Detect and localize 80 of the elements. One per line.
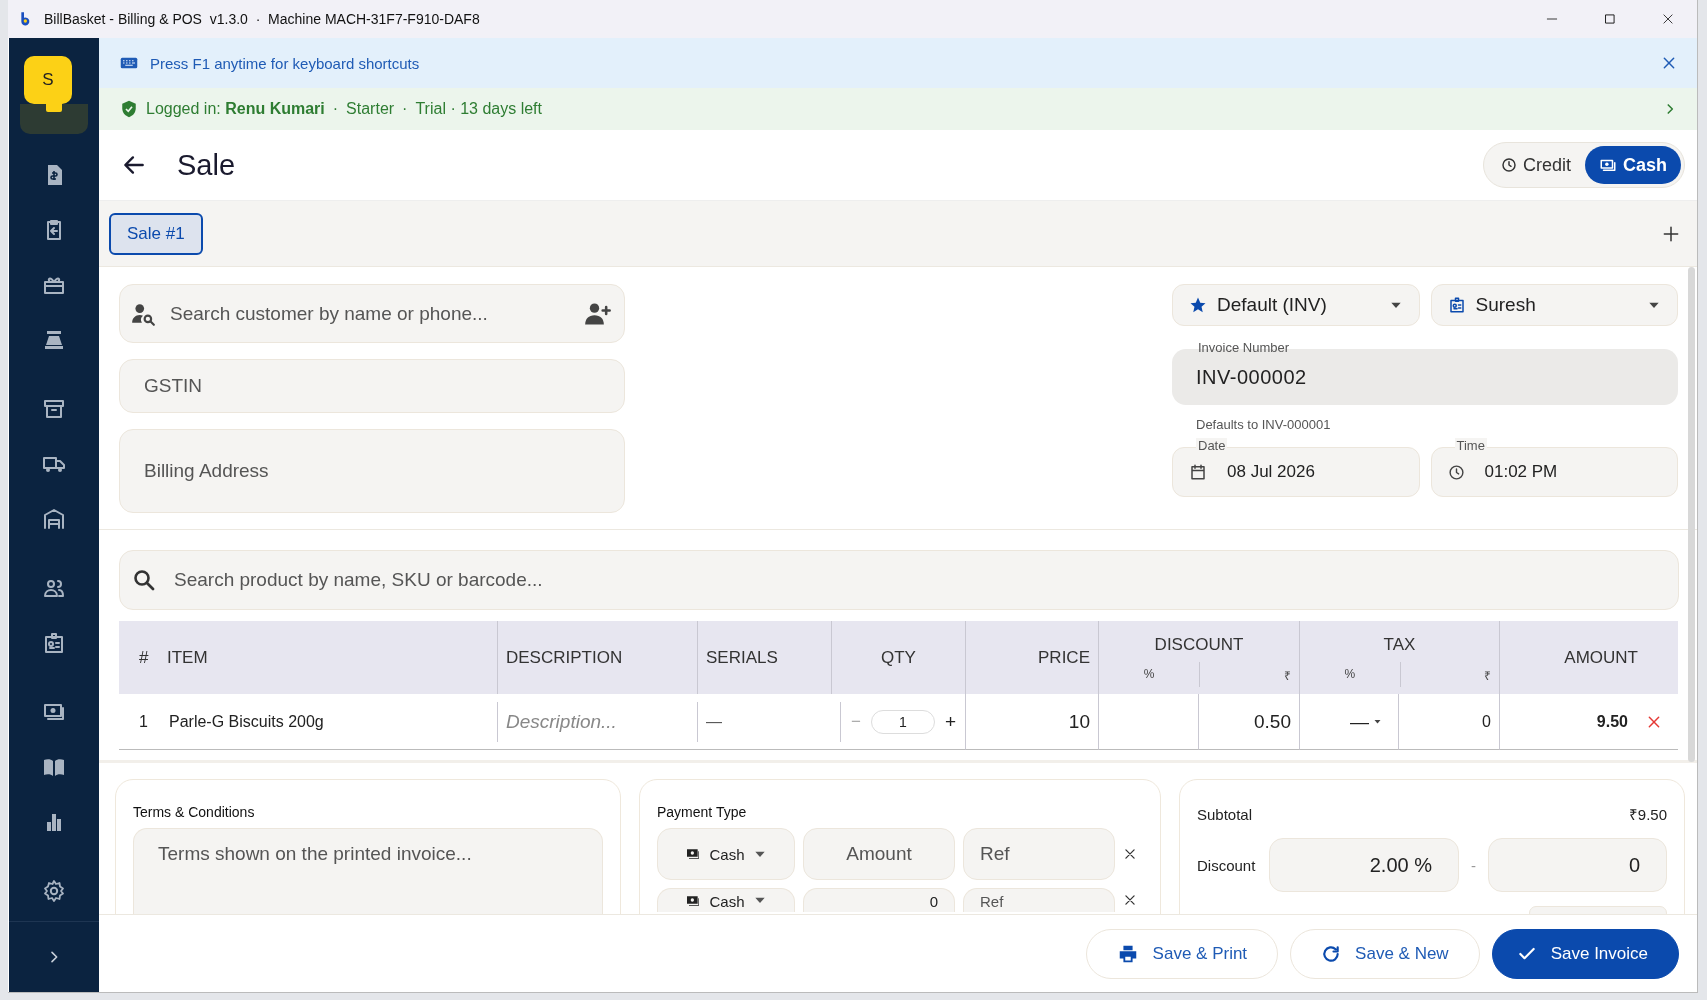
- increment-button[interactable]: +: [944, 710, 956, 733]
- description-field[interactable]: Description...: [506, 710, 617, 733]
- table-cell: Parle-G Biscuits 200g: [159, 694, 497, 750]
- banknote-icon: [685, 846, 702, 862]
- separator-dot: ·: [332, 100, 339, 118]
- summary-label: Discount: [1197, 856, 1257, 874]
- customer-search-field[interactable]: Search customer by name or phone...: [119, 284, 625, 343]
- sidebar-item[interactable]: [20, 104, 88, 134]
- table-cell: 0: [1398, 694, 1499, 750]
- scrollbar[interactable]: [1688, 267, 1695, 762]
- login-status: Logged in: Renu Kumari: [146, 100, 325, 118]
- save-button[interactable]: Save & New: [1290, 928, 1480, 979]
- maximize-icon: [1603, 12, 1617, 26]
- id-badge-icon: [1447, 296, 1466, 314]
- column-header: #: [119, 621, 159, 694]
- separator-dash: -: [1471, 856, 1476, 874]
- product-search-field[interactable]: Search product by name, SKU or barcode...: [119, 550, 1679, 610]
- column-header: ITEM: [159, 621, 497, 694]
- warehouse-icon: [42, 507, 66, 531]
- ref-field[interactable]: Ref: [963, 888, 1115, 912]
- gstin-field[interactable]: GSTIN: [119, 359, 625, 413]
- save-button[interactable]: Save & Print: [1085, 928, 1279, 979]
- close-icon[interactable]: [1661, 55, 1677, 71]
- ref-field[interactable]: Ref: [963, 828, 1115, 880]
- column-header: SERIALS: [697, 621, 831, 694]
- clock-icon: [1500, 157, 1517, 173]
- id-badge-icon: [42, 631, 66, 655]
- field-label: Time: [1454, 438, 1487, 453]
- column-header: TAX % ₹: [1299, 621, 1499, 694]
- window-title: BillBasket - Billing & POS v1.3.0 · Machine MACH-31F7-F910-DAF8: [44, 11, 480, 27]
- table-cell: 10: [965, 694, 1098, 750]
- amount-cell: 9.50: [1596, 712, 1628, 731]
- remove-icon[interactable]: [1123, 847, 1137, 861]
- table-cell: 1: [119, 694, 159, 750]
- search-icon: [132, 568, 156, 592]
- column-header: DESCRIPTION: [497, 621, 697, 694]
- mode-tab[interactable]: Credit: [1486, 146, 1585, 184]
- billing-address-field[interactable]: Billing Address: [119, 429, 625, 513]
- amount-field[interactable]: 0: [803, 888, 955, 912]
- banknote-icon: [685, 893, 702, 909]
- clock-icon: [1447, 463, 1465, 481]
- page-title: Sale: [177, 148, 236, 182]
- amount-field[interactable]: Amount: [803, 828, 955, 880]
- field-label: Date: [1196, 438, 1228, 453]
- discount-amount-field[interactable]: 0: [1488, 838, 1667, 892]
- settings-icon: [42, 879, 66, 903]
- plan-name: Starter: [346, 100, 395, 118]
- helper-text: Defaults to INV-000001: [1195, 416, 1332, 434]
- column-header: DISCOUNT % ₹: [1098, 621, 1299, 694]
- subtotal-value: ₹9.50: [1628, 805, 1667, 824]
- column-header: QTY: [831, 621, 965, 694]
- archive-icon: [42, 397, 66, 421]
- shield-check-icon: [120, 100, 138, 118]
- terms-field[interactable]: Terms shown on the printed invoice...: [133, 828, 603, 914]
- save-button[interactable]: Save Invoice: [1491, 928, 1679, 979]
- star-icon: [1189, 296, 1207, 314]
- invoice-series-dropdown[interactable]: Default (INV): [1172, 284, 1420, 326]
- separator-dot: ·: [402, 100, 408, 118]
- close-icon: [1661, 12, 1675, 26]
- table-cell: 0.50: [1198, 694, 1299, 750]
- column-header: PRICE: [965, 621, 1098, 694]
- summary-label: Subtotal: [1197, 805, 1253, 823]
- table-cell: —: [706, 712, 722, 731]
- card-title: Terms & Conditions: [133, 804, 256, 820]
- staff-dropdown[interactable]: Suresh: [1430, 284, 1678, 326]
- refresh-icon: [1321, 943, 1342, 964]
- mode-tab[interactable]: Cash: [1585, 146, 1681, 184]
- calendar-icon: [1189, 463, 1207, 481]
- discount-percent-field[interactable]: 2.00 %: [1269, 838, 1459, 892]
- column-header: AMOUNT: [1499, 621, 1678, 694]
- trial-status: Trial · 13 days left: [415, 100, 542, 118]
- sale-tab[interactable]: Sale #1: [109, 212, 203, 255]
- payment-method-dropdown[interactable]: Cash: [657, 828, 795, 880]
- banner-text: Press F1 anytime for keyboard shortcuts: [150, 54, 420, 72]
- remove-icon[interactable]: [1123, 893, 1137, 907]
- card-title: Payment Type: [657, 804, 748, 820]
- avatar[interactable]: S: [24, 56, 72, 104]
- tax-dropdown[interactable]: —: [1299, 694, 1398, 750]
- caret-down-icon: [1373, 717, 1382, 726]
- payment-method-dropdown[interactable]: Cash: [657, 888, 795, 912]
